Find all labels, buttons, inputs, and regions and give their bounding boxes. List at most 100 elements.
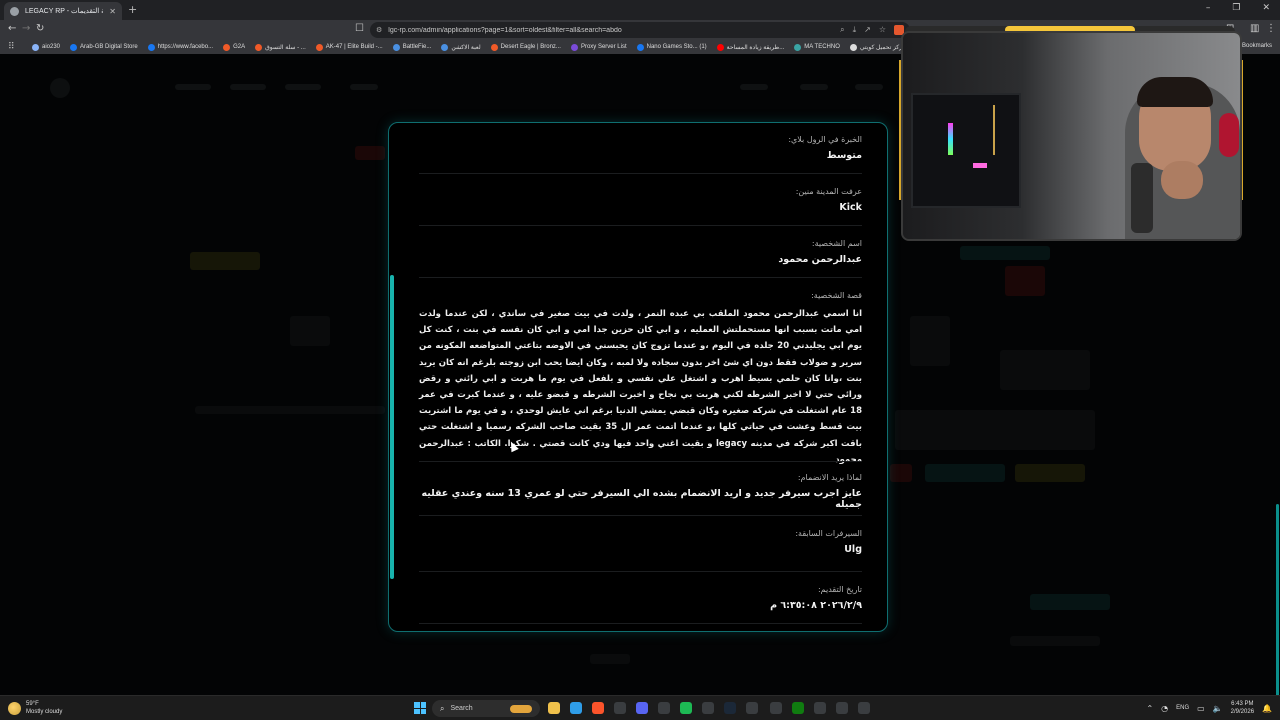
windows-taskbar: 59°F Mostly cloudy ⌕ Search ⌃ ◔ ENG ▭ 🔈 … [0,695,1280,720]
application-date-field: تاريخ التقديم: ٢٠٢٦/٢/٩ ٦:٣٥:٠٨ م [419,585,862,611]
taskbar-app-icon[interactable] [702,702,714,714]
browser-tab[interactable]: LEGACY RP - قائمة التقديمات ✕ [4,2,122,20]
bookmark-label: مركز تحميل كويتي [859,44,906,51]
pc-case [911,93,1021,208]
taskbar-app-icon[interactable] [658,702,670,714]
page-scrollbar[interactable] [1276,504,1279,714]
xbox-icon[interactable] [792,702,804,714]
field-value: متوسط [826,150,862,161]
bookmark-label: Proxy Server List [580,44,627,50]
edge-icon[interactable] [570,702,582,714]
volume-icon[interactable]: 🔈 [1213,704,1223,713]
bookmark-item[interactable]: مركز تحميل كويتي [849,43,906,51]
notifications-icon[interactable]: 🔔 [1262,704,1272,713]
system-tray: ⌃ ◔ ENG ▭ 🔈 6:43 PM 2/9/2026 🔔 [1146,700,1272,716]
bookmark-item[interactable]: MA TECHNO [794,43,840,51]
application-details-modal[interactable]: الخبرة في الرول بلاي: متوسط عرفت المدينة م… [388,122,888,632]
bookmark-label: AK-47 | Elite Build -... [325,44,383,50]
maximize-icon[interactable]: ❐ [1232,3,1240,13]
modal-scrollbar[interactable] [390,275,394,579]
taskbar-app-icon[interactable] [858,702,870,714]
language-indicator[interactable]: ENG [1176,705,1189,711]
bookmark-label: BattleFie... [402,44,432,50]
field-divider [419,173,862,174]
forward-icon[interactable]: → [22,23,30,34]
bookmark-page-icon[interactable]: ☐ [355,23,364,34]
taskbar-app-icon[interactable] [836,702,848,714]
site-info-icon[interactable]: ⚙ [376,26,382,34]
close-tab-icon[interactable]: ✕ [109,7,116,16]
bookmark-favicon-icon [392,43,400,51]
taskbar-app-icon[interactable] [814,702,826,714]
how-found-city-field: عرفت المدينة منين: Kick [419,187,862,213]
weather-icon [8,701,21,715]
weather-widget[interactable]: 59°F Mostly cloudy [8,700,62,716]
field-label: قصة الشخصية: [811,291,862,300]
bookmark-favicon-icon [32,43,39,51]
taskbar-app-icon[interactable] [770,702,782,714]
chevron-up-icon[interactable]: ⌃ [1146,704,1153,713]
clock[interactable]: 6:43 PM 2/9/2026 [1231,700,1254,716]
bookmark-label: Arab-GB Digital Store [80,44,138,50]
bookmark-favicon-icon [441,43,449,51]
bookmark-label: G2A [233,44,246,50]
minimize-icon[interactable]: – [1206,3,1211,13]
bookmark-item[interactable]: Arab-GB Digital Store [70,43,138,51]
steam-icon[interactable] [724,702,736,714]
url-text[interactable]: lgc-rp.com/admin/applications?page=1&sor… [388,27,834,34]
taskbar-app-icon[interactable] [614,702,626,714]
file-explorer-icon[interactable] [548,702,560,714]
brave-icon[interactable] [592,702,604,714]
screen: LEGACY RP - قائمة التقديمات ✕ + – ❐ ✕ ← … [0,0,1280,720]
bookmark-item[interactable]: طريقة زيادة المساحة... [716,43,784,51]
taskbar-search[interactable]: ⌕ Search [432,700,540,717]
back-icon[interactable]: ← [8,23,16,34]
headphones-icon [1219,113,1239,157]
bookmark-item[interactable]: Desert Eagle | Bronz... [490,43,561,51]
field-label: لماذا يريد الانضمام: [797,473,862,482]
display-icon[interactable]: ▭ [1197,704,1205,713]
bookmark-item[interactable]: Nano Games Sto... (1) [636,43,707,51]
field-label: الخبرة في الرول بلاي: [788,135,862,144]
bookmark-item[interactable]: BattleFie... [392,43,432,51]
bookmark-label: aio230 [42,44,61,50]
field-label: السيرفرات السابقة: [795,529,862,538]
tab-title: LEGACY RP - قائمة التقديمات [25,8,104,15]
windows-start-icon[interactable] [414,702,426,714]
bookmark-item[interactable]: https://www.facebo... [147,43,213,51]
webcam-overlay [901,31,1242,241]
clock-time: 6:43 PM [1231,701,1254,707]
site-favicon-icon [10,6,19,16]
microphone-icon [1131,163,1153,233]
menu-icon[interactable]: ⋮ [1266,23,1276,34]
search-highlight-icon [510,704,532,713]
bookmark-item[interactable]: سلة التسوق - ... [255,43,306,51]
bookmark-item[interactable]: AK-47 | Elite Build -... [315,43,383,51]
bookmark-favicon-icon [636,43,644,51]
field-divider [419,623,862,624]
clock-date: 2/9/2026 [1230,709,1255,715]
field-divider [419,515,862,516]
bookmark-item[interactable]: Proxy Server List [570,43,627,51]
sidebar-icon[interactable]: ▥ [1250,23,1259,34]
field-value: عبدالرحمن محمود [778,254,862,265]
bookmark-item[interactable]: لعبة الاكشن [441,43,481,51]
field-label: عرفت المدينة منين: [795,187,862,196]
apps-grid-icon[interactable]: ⠿ [8,42,22,52]
zoom-icon[interactable]: ⌕ [840,25,844,35]
address-bar[interactable]: ⚙ lgc-rp.com/admin/applications?page=1&s… [370,22,910,38]
discord-icon[interactable] [636,702,648,714]
reload-icon[interactable]: ↻ [36,23,44,34]
field-value: انا اسمي عبدالرحمن محمود الملقب بي عبده … [419,309,862,465]
download-icon[interactable]: ⤓ [853,25,857,35]
close-window-icon[interactable]: ✕ [1262,3,1270,13]
network-icon[interactable]: ◔ [1161,704,1168,713]
bookmark-item[interactable]: G2A [223,43,246,51]
star-icon[interactable]: ☆ [879,25,886,35]
bookmark-item[interactable]: aio230 [32,43,61,51]
field-divider [419,571,862,572]
spotify-icon[interactable] [680,702,692,714]
new-tab-icon[interactable]: + [128,3,137,16]
share-icon[interactable]: ↗ [864,25,871,35]
taskbar-app-icon[interactable] [746,702,758,714]
